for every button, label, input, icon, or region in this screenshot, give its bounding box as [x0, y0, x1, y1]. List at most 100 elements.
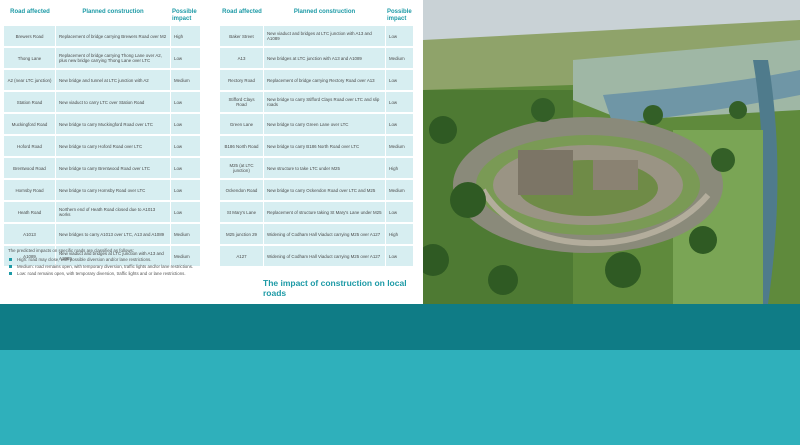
- table-row: Heath Road Northern end of Heath Road clo…: [4, 202, 200, 223]
- construction-cell: New bridge and tunnel at LTC junction wi…: [56, 70, 170, 91]
- document-page: Road affected Planned construction Possi…: [0, 0, 423, 304]
- impact-cell: High: [385, 158, 413, 179]
- impact-cell: Medium: [170, 70, 200, 91]
- table-row: Ockendon Road New bridge to carry Ockendo…: [220, 180, 413, 201]
- table-row: Green Lane New bridge to carry Green Lane…: [220, 114, 413, 135]
- construction-cell: New bridge to carry Hornsby Road over LT…: [56, 180, 170, 201]
- notes-list: High: road may close, with possible dive…: [8, 257, 198, 277]
- impact-cell: High: [385, 224, 413, 245]
- construction-cell: New bridge to carry Hoford Road over LTC: [56, 136, 170, 157]
- header-possible-impact: Possible impact: [387, 9, 412, 23]
- table-row: Brewers Road Replacement of bridge carryi…: [4, 26, 200, 47]
- road-cell: Green Lane: [220, 114, 264, 135]
- construction-cell: Widening of Codham Hall Viaduct carrying…: [264, 224, 385, 245]
- road-impact-table-right: Road affected Planned construction Possi…: [220, 6, 413, 268]
- construction-cell: New bridge to carry B186 North Road over…: [264, 136, 385, 157]
- table-row: M25 junction 29 Widening of Codham Hall V…: [220, 224, 413, 245]
- left-table-body: Brewers Road Replacement of bridge carryi…: [4, 26, 200, 267]
- table-header-row: Road affected Planned construction Possi…: [4, 8, 200, 24]
- impact-cell: High: [170, 26, 200, 47]
- table-header-row: Road affected Planned construction Possi…: [220, 8, 413, 24]
- road-cell: Thong Lane: [4, 48, 56, 69]
- road-cell: Hoford Road: [4, 136, 56, 157]
- table-row: Muckingford Road New bridge to carry Muck…: [4, 114, 200, 135]
- header-road-affected: Road affected: [222, 9, 262, 15]
- construction-cell: Widening of Codham Hall Viaduct carrying…: [264, 246, 385, 267]
- header-road-affected: Road affected: [10, 9, 50, 15]
- road-cell: M25 (at LTC junction): [220, 158, 264, 179]
- impact-cell: Low: [170, 158, 200, 179]
- note-high: High: road may close, with possible dive…: [9, 257, 198, 263]
- road-cell: A127: [220, 246, 264, 267]
- table-row: A127 Widening of Codham Hall Viaduct carr…: [220, 246, 413, 267]
- road-cell: Brewers Road: [4, 26, 56, 47]
- road-cell: Baker Street: [220, 26, 264, 47]
- impact-classification-notes: The predicted impacts on specific roads …: [8, 248, 198, 278]
- road-impact-table-left: Road affected Planned construction Possi…: [4, 6, 200, 268]
- right-table-column: Road affected Planned construction Possi…: [220, 6, 413, 268]
- road-cell: Heath Road: [4, 202, 56, 223]
- construction-cell: New bridges to carry A1013 over LTC, A13…: [56, 224, 170, 245]
- footer-band-light: [0, 350, 800, 445]
- impact-cell: Low: [385, 202, 413, 223]
- table-row: Station Road New viaduct to carry LTC ove…: [4, 92, 200, 113]
- impact-cell: Low: [170, 202, 200, 223]
- aerial-photo-illustration: [423, 0, 800, 304]
- impact-cell: Low: [385, 70, 413, 91]
- construction-cell: Replacement of bridge carrying Brewers R…: [56, 26, 170, 47]
- construction-cell: New viaduct to carry LTC over Station Ro…: [56, 92, 170, 113]
- impact-cell: Low: [385, 26, 413, 47]
- left-table-column: Road affected Planned construction Possi…: [4, 6, 200, 268]
- table-row: Baker Street New viaduct and bridges at L…: [220, 26, 413, 47]
- construction-cell: Replacement of bridge carrying Thong Lan…: [56, 48, 170, 69]
- right-table-body: Baker Street New viaduct and bridges at L…: [220, 26, 413, 267]
- impact-cell: Medium: [170, 224, 200, 245]
- impact-cell: Low: [170, 114, 200, 135]
- section-caption: The impact of construction on local road…: [263, 278, 407, 298]
- construction-cell: New bridge to carry Green Lane over LTC: [264, 114, 385, 135]
- construction-cell: New bridge to carry Stifford Clays Road …: [264, 92, 385, 113]
- header-planned-construction: Planned construction: [293, 9, 356, 15]
- construction-cell: New viaduct and bridges at LTC junction …: [264, 26, 385, 47]
- impact-cell: Low: [170, 92, 200, 113]
- road-cell: Muckingford Road: [4, 114, 56, 135]
- impact-cell: Low: [170, 180, 200, 201]
- impact-cell: Low: [170, 136, 200, 157]
- table-row: Hoford Road New bridge to carry Hoford Ro…: [4, 136, 200, 157]
- table-row: Rectory Road Replacement of bridge carryi…: [220, 70, 413, 91]
- road-cell: A2 (near LTC junction): [4, 70, 56, 91]
- impact-cell: Medium: [385, 48, 413, 69]
- road-cell: Station Road: [4, 92, 56, 113]
- header-planned-construction: Planned construction: [82, 9, 144, 15]
- road-cell: St Mary's Lane: [220, 202, 264, 223]
- construction-cell: Northern end of Heath Road closed due to…: [56, 202, 170, 223]
- table-row: St Mary's Lane Replacement of structure t…: [220, 202, 413, 223]
- impact-cell: Medium: [385, 180, 413, 201]
- impact-cell: Low: [385, 246, 413, 267]
- road-cell: A1013: [4, 224, 56, 245]
- road-cell: Hornsby Road: [4, 180, 56, 201]
- table-row: Hornsby Road New bridge to carry Hornsby …: [4, 180, 200, 201]
- table-row: Stifford Clays Road New bridge to carry S…: [220, 92, 413, 113]
- impact-cell: Low: [170, 48, 200, 69]
- road-cell: Brentwood Road: [4, 158, 56, 179]
- construction-cell: New bridges at LTC junction with A13 and…: [264, 48, 385, 69]
- table-row: M25 (at LTC junction) New structure to ta…: [220, 158, 413, 179]
- table-row: Thong Lane Replacement of bridge carrying…: [4, 48, 200, 69]
- construction-cell: New bridge to carry Ockendon Road over L…: [264, 180, 385, 201]
- construction-cell: Replacement of bridge carrying Rectory R…: [264, 70, 385, 91]
- road-cell: Stifford Clays Road: [220, 92, 264, 113]
- impact-cell: Low: [385, 92, 413, 113]
- table-row: A13 New bridges at LTC junction with A13 …: [220, 48, 413, 69]
- impact-cell: Low: [385, 114, 413, 135]
- road-cell: M25 junction 29: [220, 224, 264, 245]
- road-cell: Rectory Road: [220, 70, 264, 91]
- construction-cell: New structure to take LTC under M25: [264, 158, 385, 179]
- table-row: B186 North Road New bridge to carry B186 …: [220, 136, 413, 157]
- header-possible-impact: Possible impact: [172, 9, 197, 23]
- notes-intro: The predicted impacts on specific roads …: [8, 248, 134, 253]
- table-row: A1013 New bridges to carry A1013 over LTC…: [4, 224, 200, 245]
- construction-cell: Replacement of structure taking St Mary'…: [264, 202, 385, 223]
- note-medium: Medium: road remains open, with temporar…: [9, 264, 198, 270]
- road-cell: Ockendon Road: [220, 180, 264, 201]
